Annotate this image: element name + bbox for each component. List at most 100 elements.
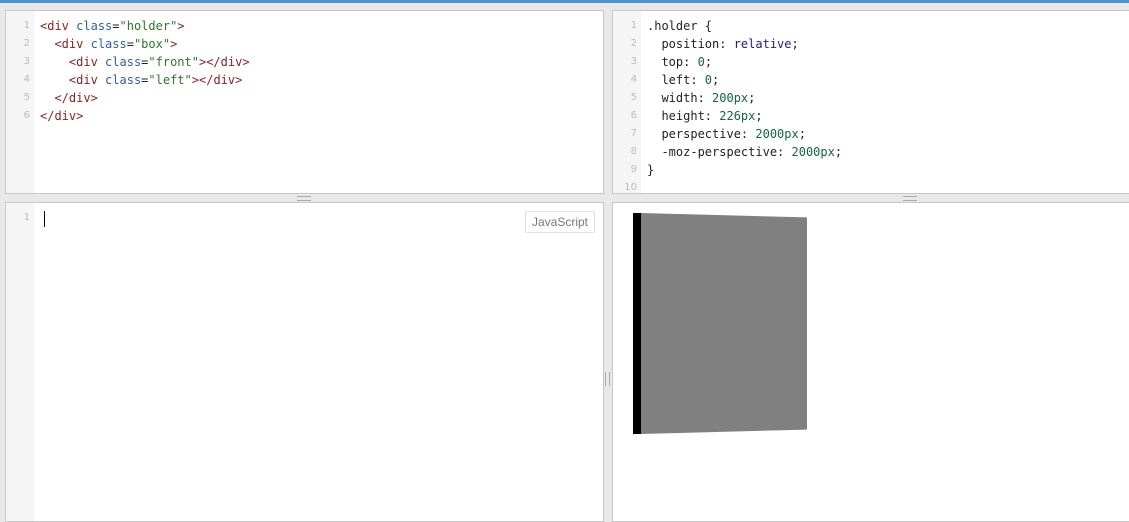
code-token: "front" bbox=[148, 55, 199, 69]
css-panel-resize-handle[interactable] bbox=[903, 196, 917, 201]
code-line: 2 position: relative; bbox=[613, 35, 1129, 53]
code-token: ; bbox=[748, 91, 756, 105]
code-line: 3 <div class="front"></div> bbox=[6, 53, 603, 71]
code-line: 6 height: 226px; bbox=[613, 107, 1129, 125]
code-token: <div bbox=[68, 55, 98, 69]
line-number: 2 bbox=[23, 38, 30, 49]
code-token: "box" bbox=[133, 37, 171, 51]
text-cursor bbox=[44, 211, 45, 227]
code-text: perspective: 2000px; bbox=[647, 125, 806, 143]
code-line: 1 .holder { bbox=[613, 17, 1129, 35]
code-text: position: relative; bbox=[647, 35, 799, 53]
code-token: > bbox=[170, 37, 178, 51]
code-text: </div> bbox=[40, 107, 83, 125]
line-number: 6 bbox=[23, 110, 30, 121]
code-line: 1 bbox=[6, 209, 603, 227]
language-badge: JavaScript bbox=[524, 211, 595, 233]
code-line: 3 top: 0; bbox=[613, 53, 1129, 71]
box-left-face bbox=[633, 213, 641, 434]
line-number: 1 bbox=[23, 20, 30, 31]
js-editor-panel[interactable]: 1 JavaScript bbox=[5, 202, 604, 522]
code-line: 7 perspective: 2000px; bbox=[613, 125, 1129, 143]
code-text: width: 200px; bbox=[647, 89, 755, 107]
code-text: <div class="box"> bbox=[40, 35, 177, 53]
box-front-face bbox=[641, 213, 807, 434]
code-token: "holder" bbox=[119, 19, 178, 33]
code-token: </div> bbox=[54, 91, 98, 105]
code-token: .holder { bbox=[647, 19, 713, 33]
code-token: } bbox=[647, 163, 655, 177]
code-line: 8 -moz-perspective: 2000px; bbox=[613, 143, 1129, 161]
line-number: 5 bbox=[630, 92, 637, 103]
code-token: ; bbox=[798, 127, 806, 141]
code-line: 10 bbox=[613, 179, 1129, 193]
line-number: 3 bbox=[630, 56, 637, 67]
code-token: = bbox=[126, 37, 134, 51]
code-token: 0 bbox=[704, 73, 713, 87]
line-number: 1 bbox=[630, 20, 637, 31]
code-token: position: bbox=[647, 37, 734, 51]
code-line: 2 <div class="box"> bbox=[6, 35, 603, 53]
code-text: height: 226px; bbox=[647, 107, 763, 125]
code-token: 0 bbox=[697, 55, 705, 69]
code-token: ; bbox=[834, 145, 843, 159]
code-line: 5 width: 200px; bbox=[613, 89, 1129, 107]
code-token: </div> bbox=[40, 109, 84, 123]
line-number: 6 bbox=[630, 110, 637, 121]
line-number: 4 bbox=[23, 74, 30, 85]
code-line: 1 <div class="holder"> bbox=[6, 17, 603, 35]
html-panel-resize-handle[interactable] bbox=[297, 196, 311, 201]
code-text: <div class="front"></div> bbox=[40, 53, 250, 71]
code-token: 200px bbox=[712, 91, 749, 105]
code-token: 2000px bbox=[791, 145, 835, 159]
code-token: > bbox=[177, 19, 185, 33]
line-number: 8 bbox=[630, 146, 637, 157]
code-text: <div class="holder"> bbox=[40, 17, 185, 35]
css-code-lines: 1 .holder {2 position: relative; 3 top: 0;… bbox=[613, 17, 1129, 193]
code-token: class bbox=[105, 73, 142, 87]
code-text: } bbox=[647, 161, 654, 179]
code-line: 5 </div> bbox=[6, 89, 603, 107]
css-editor-panel[interactable]: 1 .holder {2 position: relative; 3 top: 0;… bbox=[612, 10, 1129, 194]
code-token: ></div> bbox=[198, 55, 250, 69]
code-line: 6 </div> bbox=[6, 107, 603, 125]
code-token: ; bbox=[712, 73, 720, 87]
line-number: 1 bbox=[23, 212, 30, 223]
top-accent-bar bbox=[0, 0, 1129, 3]
line-number: 5 bbox=[23, 92, 30, 103]
code-token: class bbox=[90, 37, 127, 51]
code-token: ; bbox=[791, 37, 799, 51]
code-token: left: bbox=[647, 73, 705, 87]
code-token: = bbox=[112, 19, 120, 33]
code-line: 4 left: 0; bbox=[613, 71, 1129, 89]
js-editor-gutter bbox=[6, 203, 34, 521]
code-token: -moz-perspective: bbox=[647, 145, 792, 159]
vertical-resize-handle[interactable] bbox=[605, 372, 610, 386]
code-text: </div> bbox=[40, 89, 98, 107]
result-panel bbox=[612, 202, 1129, 522]
code-text: .holder { bbox=[647, 17, 712, 35]
line-number: 9 bbox=[630, 164, 637, 175]
code-token: width: bbox=[647, 91, 713, 105]
code-token: ></div> bbox=[191, 73, 243, 87]
code-token: class bbox=[76, 19, 113, 33]
html-editor-panel[interactable]: 1 <div class="holder"> 2 <div class="box">… bbox=[5, 10, 604, 194]
line-number: 10 bbox=[624, 182, 637, 193]
code-text: -moz-perspective: 2000px; bbox=[647, 143, 842, 161]
code-text: <div class="left"></div> bbox=[40, 71, 242, 89]
code-token: <div bbox=[54, 37, 84, 51]
line-number: 4 bbox=[630, 74, 637, 85]
code-token: 226px bbox=[719, 109, 756, 123]
code-text: top: 0; bbox=[647, 53, 712, 71]
line-number: 3 bbox=[23, 56, 30, 67]
code-text: left: 0; bbox=[647, 71, 719, 89]
code-token: ; bbox=[755, 109, 763, 123]
code-token: class bbox=[105, 55, 142, 69]
code-token: perspective: bbox=[647, 127, 756, 141]
